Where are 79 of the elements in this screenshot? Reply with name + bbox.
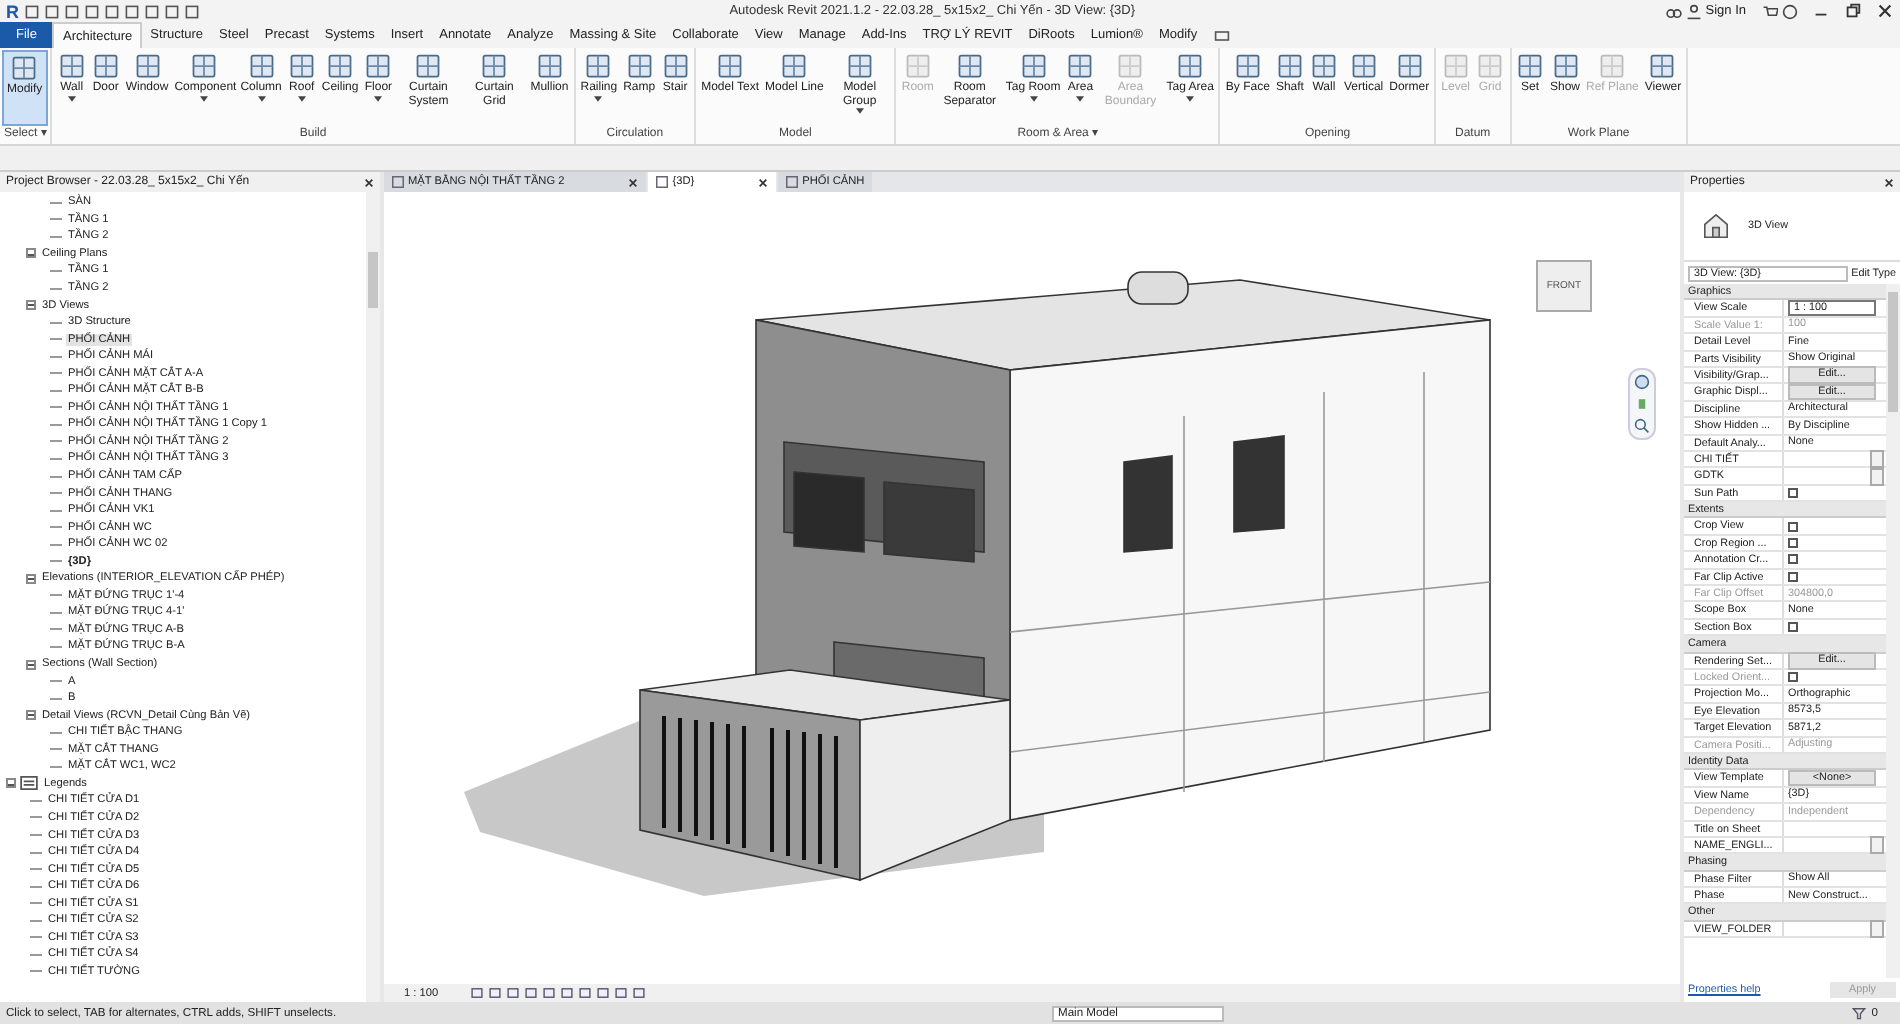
grid-square-icon [1275,52,1304,80]
square-icon[interactable] [632,986,647,1000]
grid-square-icon [1176,52,1205,80]
restore-icon[interactable] [1844,2,1862,20]
caret-icon [1186,95,1195,101]
caret-icon [257,95,266,101]
collapse-icon[interactable] [6,778,16,789]
panel-toggle-icon[interactable] [1213,27,1230,43]
caret-icon [594,95,603,101]
filter-icon[interactable] [1851,1006,1866,1020]
grid-square-icon [326,52,355,80]
grid-square-icon [1395,52,1424,80]
grid-square-icon [1516,52,1544,80]
binoculars-icon[interactable] [1665,3,1682,19]
scrollbar[interactable] [366,192,380,1002]
grid-square-icon [190,52,219,80]
grid-square-icon [480,52,509,80]
checkbox[interactable] [1788,487,1798,498]
person-icon [1685,3,1702,19]
grid-square-icon [287,52,316,80]
close-icon[interactable] [364,177,374,187]
caret-icon [374,95,383,101]
checkbox[interactable] [1788,521,1798,532]
grid-square-icon [661,52,690,80]
grid-square-icon [584,52,613,80]
grid-square-icon [955,52,984,80]
checkbox[interactable] [1788,622,1798,632]
navigation-bar[interactable] [1628,368,1656,440]
grid-square-icon [364,52,393,80]
close-icon[interactable] [628,177,639,187]
document-icon [786,176,799,188]
checkbox[interactable] [1788,554,1798,565]
collapse-icon[interactable] [26,573,36,584]
grid-square-icon [1233,52,1262,80]
caret-icon [67,95,76,101]
close-icon[interactable] [758,177,769,187]
grid-square-icon [780,52,809,80]
grid-square-icon [1648,52,1677,80]
help-icon[interactable] [1782,3,1798,19]
document-icon [656,176,669,188]
checkbox[interactable] [1788,538,1798,549]
grid-square-icon [91,52,120,80]
steering-wheel-icon[interactable] [1634,374,1650,390]
grid-square-icon [1019,52,1048,80]
collapse-icon[interactable] [26,710,36,721]
grid-square-icon [133,52,162,80]
grid-square-icon [1551,52,1579,80]
zoom-icon[interactable] [1634,418,1650,434]
grid-square-icon [1309,52,1338,80]
grid-square-icon [845,52,874,80]
cart-icon[interactable] [1762,3,1778,19]
scrollbar[interactable] [1886,284,1900,978]
collapse-icon[interactable] [26,248,36,259]
square-icon[interactable] [470,986,485,1000]
caret-icon [1076,95,1085,101]
caret-icon [855,108,864,114]
grid-square-icon [625,52,654,80]
caret-icon [1029,95,1038,101]
grid-square-icon [535,52,564,80]
caret-icon [200,95,209,101]
grid-square-icon [1349,52,1378,80]
house-icon [1700,210,1732,242]
close-icon[interactable] [1884,177,1894,187]
app-logo[interactable]: R [6,1,19,21]
grid-square-icon [57,52,86,80]
grid-square-icon [10,54,39,82]
close-icon[interactable] [1876,2,1894,20]
caret-icon [297,95,306,101]
legend-icon [20,776,38,791]
collapse-icon[interactable] [26,659,36,670]
square-icon[interactable] [560,986,575,1000]
document-icon [392,176,404,188]
collapse-icon[interactable] [26,300,36,311]
checkbox[interactable] [1788,571,1798,582]
grid-square-icon [247,52,276,80]
grid-square-icon [716,52,745,80]
hand-icon[interactable] [1634,396,1650,412]
grid-square-icon [1066,52,1095,80]
grid-square-icon [414,52,443,80]
